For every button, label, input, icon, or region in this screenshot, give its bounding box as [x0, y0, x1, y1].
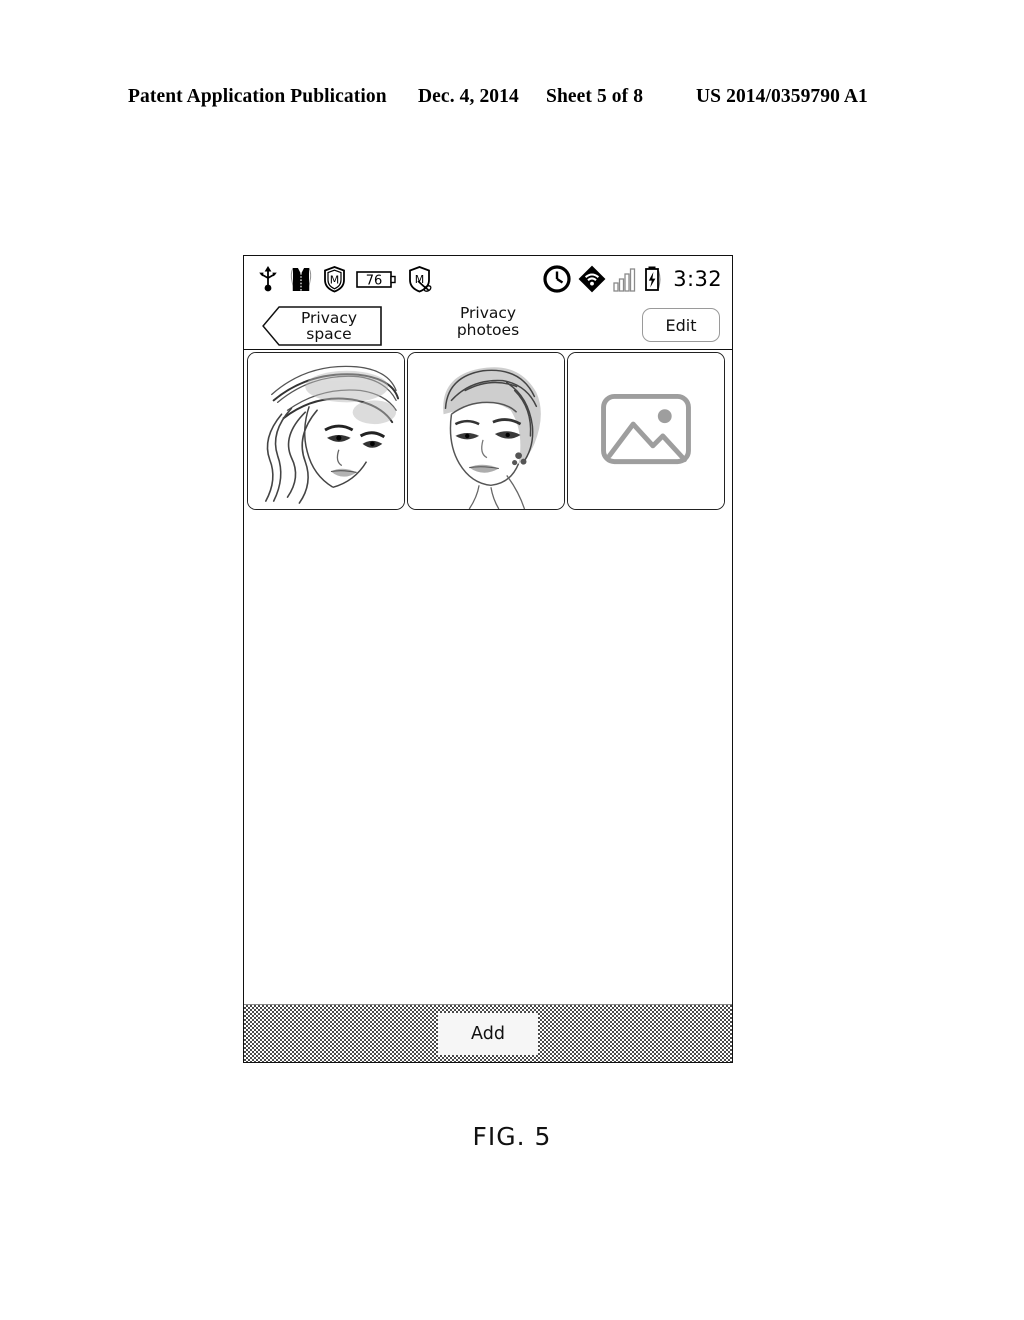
- portrait-short-hair-sketch: [408, 353, 564, 509]
- add-button-label: Add: [471, 1023, 505, 1044]
- battery-level-icon: 76: [356, 271, 396, 288]
- patent-number: US 2014/0359790 A1: [696, 86, 868, 107]
- status-bar: M 76 M 3:32: [244, 256, 732, 302]
- add-button[interactable]: Add: [438, 1012, 538, 1055]
- battery-charging-icon: [645, 266, 661, 291]
- shield-m-slash-icon: M: [409, 266, 432, 293]
- phone-device-frame: M 76 M 3:32 Privacy space Privacy photoe…: [243, 255, 733, 1063]
- navigation-bar: Privacy space Privacy photoes Edit: [244, 302, 732, 350]
- bottom-toolbar: Add: [244, 1004, 732, 1062]
- svg-text:M: M: [330, 273, 340, 286]
- status-time: 3:32: [673, 267, 722, 291]
- wifi-icon: [578, 265, 606, 293]
- photo-thumbnail-2[interactable]: [407, 352, 565, 510]
- sheet-number: Sheet 5 of 8: [546, 86, 644, 107]
- image-placeholder-icon: [568, 353, 724, 509]
- shield-m-icon: M: [324, 266, 345, 293]
- patent-page-header: Patent Application Publication Dec. 4, 2…: [128, 86, 896, 112]
- svg-text:M: M: [415, 273, 425, 286]
- edit-button[interactable]: Edit: [642, 308, 720, 342]
- signal-bars-icon: [613, 268, 636, 292]
- photo-thumbnail-1[interactable]: [247, 352, 405, 510]
- status-bar-left-icons: M 76 M: [256, 265, 433, 293]
- publication-date: Dec. 4, 2014: [418, 86, 519, 107]
- alarm-clock-icon: [543, 265, 571, 293]
- figure-caption: FIG. 5: [472, 1122, 552, 1151]
- portrait-long-hair-sketch: [248, 353, 404, 509]
- usb-sync-icon: [259, 266, 277, 292]
- vest-garment-icon: [290, 267, 312, 292]
- battery-percent-text: 76: [366, 273, 383, 288]
- photo-placeholder-3[interactable]: [567, 352, 725, 510]
- photo-list-empty-area: [244, 510, 732, 1004]
- edit-button-label: Edit: [665, 315, 697, 335]
- photo-grid: [244, 350, 732, 510]
- publication-label: Patent Application Publication: [128, 86, 387, 107]
- status-bar-right-icons: 3:32: [543, 256, 722, 302]
